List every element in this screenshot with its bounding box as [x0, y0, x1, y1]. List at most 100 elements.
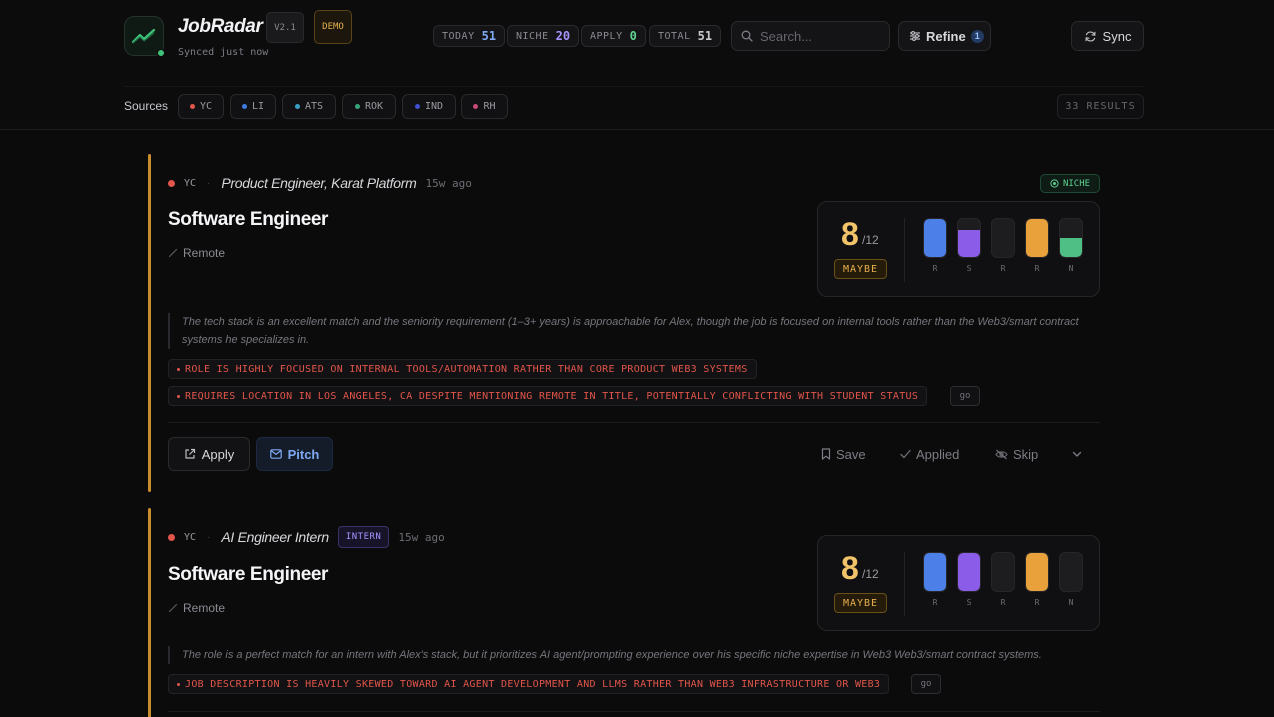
radar-trend-icon [131, 28, 156, 44]
pitch-label: Pitch [287, 446, 320, 462]
search-box[interactable] [731, 21, 890, 51]
intern-badge: INTERN [337, 526, 390, 548]
job-location: Remote [168, 246, 225, 260]
check-icon [900, 449, 911, 459]
stat-today[interactable]: TODAY 51 [433, 25, 506, 47]
source-chip-ats[interactable]: ATS [282, 94, 336, 119]
score-divider [904, 218, 905, 282]
source-chip-li[interactable]: LI [230, 94, 276, 119]
bar-fill [958, 553, 980, 591]
job-meta: YC · Product Engineer, Karat Platform 15… [168, 174, 472, 192]
criteria-bar: N [1059, 218, 1083, 273]
job-title[interactable]: Software Engineer [168, 564, 328, 586]
source-chip-yc[interactable]: YC [178, 94, 224, 119]
source-dot [354, 104, 360, 109]
bar-letter: N [1068, 598, 1074, 607]
apply-button[interactable]: Apply [168, 437, 250, 471]
expand-toggle[interactable] [1072, 437, 1082, 471]
stat-label: TODAY [442, 30, 475, 42]
eye-off-icon [995, 449, 1008, 459]
stat-value: 20 [555, 29, 571, 43]
external-link-icon [185, 448, 195, 459]
bar-fill [924, 219, 946, 257]
criteria-bar: R [923, 218, 947, 273]
job-card[interactable]: YC · Product Engineer, Karat Platform 15… [148, 154, 1108, 492]
refine-button[interactable]: Refine 1 [898, 21, 991, 51]
job-company[interactable]: AI Engineer Intern [221, 529, 329, 545]
sync-button[interactable]: Sync [1071, 21, 1144, 51]
bar-letter: R [932, 264, 938, 273]
job-title[interactable]: Software Engineer [168, 209, 328, 231]
source-dot [168, 179, 175, 187]
stat-value: 51 [697, 29, 713, 43]
source-dot [294, 104, 300, 109]
score-max: /12 [862, 233, 879, 247]
bar-letter: S [966, 264, 972, 273]
sync-status: Synced just now [178, 47, 269, 58]
applied-label: Applied [916, 446, 960, 462]
go-button[interactable]: go [950, 386, 980, 406]
job-card[interactable]: YC · AI Engineer Intern INTERN 15w ago S… [148, 508, 1108, 717]
location-label: Remote [183, 601, 226, 615]
search-icon [741, 30, 753, 42]
header-divider [124, 86, 1144, 87]
refine-count-badge: 1 [970, 29, 984, 43]
source-chip-ind[interactable]: IND [402, 94, 456, 119]
save-button[interactable]: Save [821, 437, 866, 471]
job-source: YC [184, 177, 197, 189]
app-name: JobRadar [178, 16, 263, 37]
niche-badge: NICHE [1040, 174, 1100, 193]
bar-letter: R [1000, 598, 1006, 607]
job-company[interactable]: Product Engineer, Karat Platform [221, 175, 416, 191]
bar-letter: R [1034, 264, 1040, 273]
score-max: /12 [862, 567, 879, 581]
stat-niche[interactable]: NICHE 20 [507, 25, 580, 47]
stat-total[interactable]: TOTAL 51 [649, 25, 722, 47]
flag-text: JOB DESCRIPTION IS HEAVILY SKEWED TOWARD… [185, 678, 881, 690]
location-arrow-icon [168, 248, 178, 258]
criteria-bar: R [1025, 552, 1049, 607]
source-dot [414, 104, 420, 109]
applied-button[interactable]: Applied [900, 437, 959, 471]
stat-apply[interactable]: APPLY 0 [581, 25, 646, 47]
flag-text: ROLE IS HIGHLY FOCUSED ON INTERNAL TOOLS… [185, 363, 748, 375]
flag-dot [177, 394, 180, 398]
go-button[interactable]: go [911, 674, 941, 694]
score-panel: 8 /12 MAYBE R S R R N [817, 201, 1100, 297]
criteria-bar: N [1059, 552, 1083, 607]
skip-label: Skip [1013, 446, 1039, 462]
source-dot [241, 104, 247, 109]
source-chip-rok[interactable]: ROK [342, 94, 396, 119]
source-dot [189, 104, 195, 109]
card-accent-bar [148, 154, 151, 492]
source-dot [168, 533, 175, 541]
job-source: YC [184, 531, 197, 543]
niche-label: NICHE [1062, 178, 1091, 189]
bar-fill [958, 230, 980, 257]
score-value: 8 [841, 216, 859, 252]
stat-value: 51 [481, 29, 497, 43]
apply-label: Apply [201, 446, 235, 462]
search-input[interactable] [760, 28, 880, 44]
card-divider [168, 711, 1100, 712]
bar-letter: N [1068, 264, 1074, 273]
bar-fill [924, 553, 946, 591]
score-panel: 8 /12 MAYBE R S R R N [817, 535, 1100, 631]
bar-track [957, 552, 981, 592]
verdict-badge: MAYBE [834, 259, 887, 279]
mail-icon [269, 449, 282, 459]
location-label: Remote [183, 246, 226, 260]
bar-fill [1060, 238, 1082, 257]
pitch-button[interactable]: Pitch [256, 437, 333, 471]
criteria-bar: S [957, 218, 981, 273]
criteria-bar: R [991, 552, 1015, 607]
source-code: LI [251, 101, 265, 112]
top-header: JobRadar Synced just now V2.1 DEMO TODAY… [0, 0, 1274, 130]
match-reason: The tech stack is an excellent match and… [168, 313, 1100, 349]
skip-button[interactable]: Skip [995, 437, 1038, 471]
warning-flag: ROLE IS HIGHLY FOCUSED ON INTERNAL TOOLS… [168, 359, 757, 379]
source-code: RH [483, 101, 496, 112]
criteria-bar: R [1025, 218, 1049, 273]
job-posted-ago: 15w ago [398, 530, 445, 544]
source-chip-rh[interactable]: RH [461, 94, 508, 119]
